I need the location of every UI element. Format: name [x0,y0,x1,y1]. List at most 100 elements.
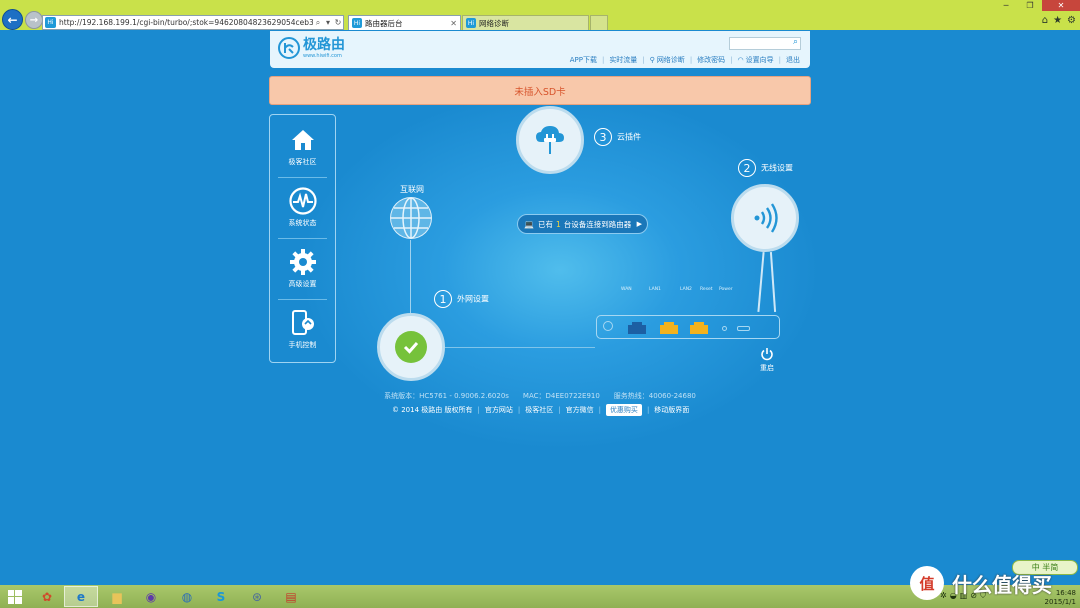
page-header: 极路由 www.hiwifi.com ⌕ APP下载 | 实时流量 | ⚲ 网络诊… [270,31,810,68]
nav-change-password[interactable]: 修改密码 [697,55,725,65]
pulse-icon [288,186,317,215]
router-back-panel [596,315,780,339]
new-tab-button[interactable] [590,15,608,30]
footer-link-geek-community[interactable]: 极客社区 [525,405,553,415]
network-icon: ◍ [181,589,193,604]
router-admin-page: 极路由 www.hiwifi.com ⌕ APP下载 | 实时流量 | ⚲ 网络诊… [0,30,1080,585]
sidebar-item-system-status[interactable]: 系统状态 [270,178,335,236]
logo[interactable]: 极路由 www.hiwifi.com [278,37,345,59]
copyright: © 2014 极路由 版权所有 [392,406,473,414]
power-icon [761,348,773,361]
sidebar-item-geek-community[interactable]: 极客社区 [270,117,335,175]
wireless-settings-button[interactable] [731,184,799,252]
step-number: 2 [738,159,756,177]
close-icon[interactable]: ✕ [450,19,457,28]
taskbar-app-ie[interactable]: e [64,586,98,607]
buy-button[interactable]: 优惠购买 [605,404,642,416]
globe-icon [390,197,432,239]
address-url[interactable]: http://192.168.199.1/cgi-bin/turbo/;stok… [59,18,313,27]
connected-devices-button[interactable]: 💻 已有 1 台设备连接到路由器 ▶ [517,214,648,234]
tab-label: 网络诊断 [479,18,509,28]
stethoscope-icon: ⚲ [649,56,655,64]
clock[interactable]: 16:48 2015/1/1 [1045,589,1076,607]
connection-line [410,240,411,315]
minimize-icon[interactable]: ─ [994,0,1018,11]
tab-network-diagnosis[interactable]: Hi 网络诊断 [462,15,589,30]
clock-date: 2015/1/1 [1044,598,1076,606]
search-icon[interactable]: ⌕ [793,37,798,47]
check-icon [395,331,427,363]
footer-link-mobile[interactable]: 移动版界面 [654,405,689,415]
nav-logout[interactable]: 退出 [786,55,800,65]
power-slot [737,326,750,331]
site-favicon-icon: Hi [45,17,56,28]
internet-label: 互联网 [400,185,424,194]
sidebar-item-phone-control[interactable]: 手机控制 [270,300,335,358]
taskbar-app-tool[interactable]: ⊛ [240,586,274,607]
reboot-button[interactable]: 重启 [757,347,777,373]
logo-mark-icon [278,37,300,59]
taskbar-app-office[interactable]: ▤ [274,586,308,607]
favorites-star-icon[interactable]: ★ [1053,15,1062,26]
sidebar-item-label: 系统状态 [288,218,317,227]
start-button[interactable] [2,586,28,607]
close-window-icon[interactable]: ✕ [1042,0,1080,11]
watermark-logo: 值 [910,566,944,600]
taskbar-app-explorer[interactable]: ▆ [100,586,134,607]
address-bar[interactable]: Hi http://192.168.199.1/cgi-bin/turbo/;s… [42,15,344,30]
footer-link-official-site[interactable]: 官方网站 [485,405,513,415]
taskbar-app-skype[interactable]: S [204,586,238,607]
window-controls: ─ ❐ ✕ [994,0,1080,11]
taskbar-app-game[interactable]: ✿ [30,586,64,607]
port-label-reset: Reset [700,287,713,292]
top-nav: APP下载 | 实时流量 | ⚲ 网络诊断 | 修改密码 | ◠ 设置向导 | 退出 [569,55,800,65]
nav-label: 网络诊断 [656,56,685,64]
sd-card-alert: 未插入SD卡 [269,76,811,105]
search-icon[interactable]: ⌕ [313,18,323,28]
footer-link-wechat[interactable]: 官方微信 [566,405,594,415]
sidebar-item-label: 高级设置 [288,279,317,288]
sidebar: 极客社区 系统状态 高级设置 手机控制 [269,114,336,363]
back-button[interactable]: ← [2,9,23,30]
reset-hole [722,326,727,331]
step-number: 3 [594,128,612,146]
nav-realtime-traffic[interactable]: 实时流量 [609,55,637,65]
tab-favicon-icon: Hi [352,18,362,28]
devices-prefix: 已有 [537,219,553,229]
browser-tools: ⌂ ★ ⚙ [1042,15,1076,26]
step-number: 1 [434,290,452,308]
step-title: 云插件 [617,132,641,142]
dropdown-icon[interactable]: ▾ [323,18,333,27]
home-icon[interactable]: ⌂ [1042,15,1048,26]
sidebar-item-advanced-settings[interactable]: 高级设置 [270,239,335,297]
play-arrow-icon: ▶ [636,220,642,228]
nav-app-download[interactable]: APP下载 [570,55,597,65]
step-2-label[interactable]: 2 无线设置 [738,159,793,177]
wan-settings-button[interactable] [377,313,445,381]
restore-icon[interactable]: ❐ [1018,0,1042,11]
clock-time: 16:48 [1055,589,1076,597]
settings-gear-icon[interactable]: ⚙ [1067,15,1076,26]
search-input[interactable]: ⌕ [729,37,801,50]
wan-port-icon [628,322,646,334]
home-icon [290,126,316,154]
windows-icon [8,589,22,604]
router-antenna [757,252,765,312]
step-1-label[interactable]: 1 外网设置 [434,290,489,308]
tab-router-admin[interactable]: Hi 路由器后台 ✕ [348,15,461,30]
browser-chrome: ← → Hi http://192.168.199.1/cgi-bin/turb… [0,0,1080,30]
step-3-label[interactable]: 3 云插件 [594,128,641,146]
logo-name: 极路由 [303,36,345,53]
nav-setup-wizard[interactable]: ◠ 设置向导 [738,55,774,65]
forward-button[interactable]: → [25,11,43,29]
taskbar-app-media[interactable]: ◉ [134,586,168,607]
cloud-plug-icon [536,126,564,154]
nav-network-diagnosis[interactable]: ⚲ 网络诊断 [650,55,685,65]
taskbar-app-network[interactable]: ◍ [170,586,204,607]
refresh-icon[interactable]: ↻ [333,18,343,27]
skype-icon: S [216,589,226,604]
tool-icon: ⊛ [251,589,263,604]
cloud-plugin-button[interactable] [516,106,584,174]
devices-count: 1 [555,219,561,229]
port-label-wan: WAN [621,287,632,292]
